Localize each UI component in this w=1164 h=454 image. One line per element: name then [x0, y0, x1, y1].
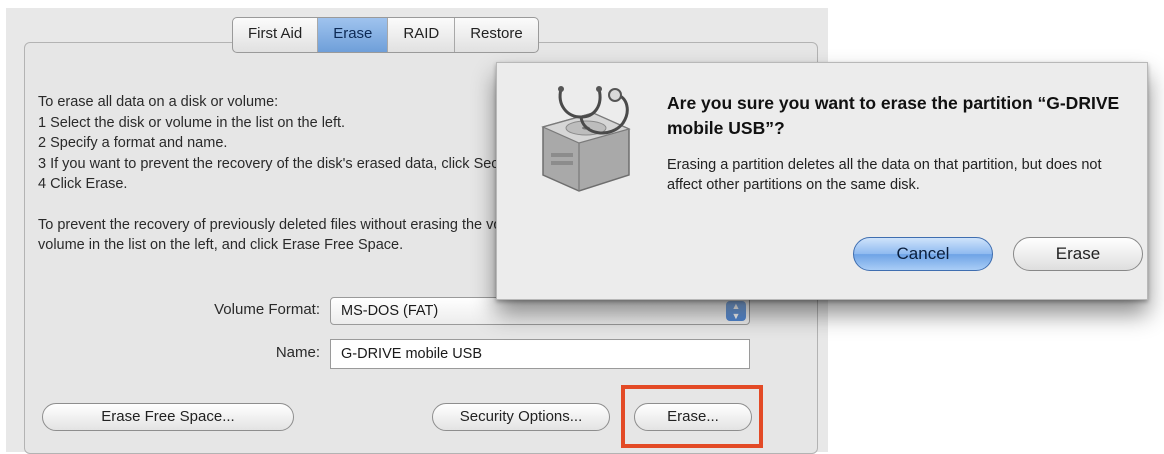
alert-message: Erasing a partition deletes all the data… [667, 157, 1102, 193]
tab-first-aid[interactable]: First Aid [233, 18, 319, 52]
erase-confirmation-alert: Are you sure you want to erase the parti… [496, 62, 1148, 300]
erase-button-highlight [621, 385, 763, 448]
instruction-line: 4 Click Erase. [38, 176, 128, 192]
volume-format-label: Volume Format: [214, 301, 320, 318]
security-options-button[interactable]: Security Options... [432, 403, 610, 431]
tab-raid[interactable]: RAID [388, 18, 456, 52]
disk-utility-icon [541, 86, 631, 192]
instruction-line: 3 If you want to prevent the recovery of… [38, 155, 508, 172]
name-label: Name: [275, 344, 320, 361]
erase-free-space-button[interactable]: Erase Free Space... [42, 403, 294, 431]
tab-restore[interactable]: Restore [455, 18, 538, 52]
instruction-line: 2 Specify a format and name. [38, 135, 228, 151]
select-stepper-icon: ▲ ▼ [726, 301, 746, 321]
cancel-button[interactable]: Cancel [853, 237, 993, 271]
erase-instructions: To erase all data on a disk or volume: 1… [38, 92, 508, 256]
name-field[interactable]: G-DRIVE mobile USB [330, 339, 750, 369]
free-space-instruction-line: To prevent the recovery of previously de… [38, 216, 508, 233]
free-space-instruction-line: volume in the list on the left, and clic… [38, 237, 404, 253]
volume-format-value: MS-DOS (FAT) [341, 303, 439, 319]
volume-format-select[interactable]: MS-DOS (FAT) ▲ ▼ [330, 297, 750, 325]
confirm-erase-button[interactable]: Erase [1013, 237, 1143, 271]
instruction-line: 1 Select the disk or volume in the list … [38, 114, 346, 131]
instruction-line: To erase all data on a disk or volume: [38, 94, 279, 110]
alert-title: Are you sure you want to erase the parti… [667, 93, 1120, 138]
tab-bar: First Aid Erase RAID Restore [232, 17, 539, 53]
tab-erase[interactable]: Erase [318, 18, 389, 52]
